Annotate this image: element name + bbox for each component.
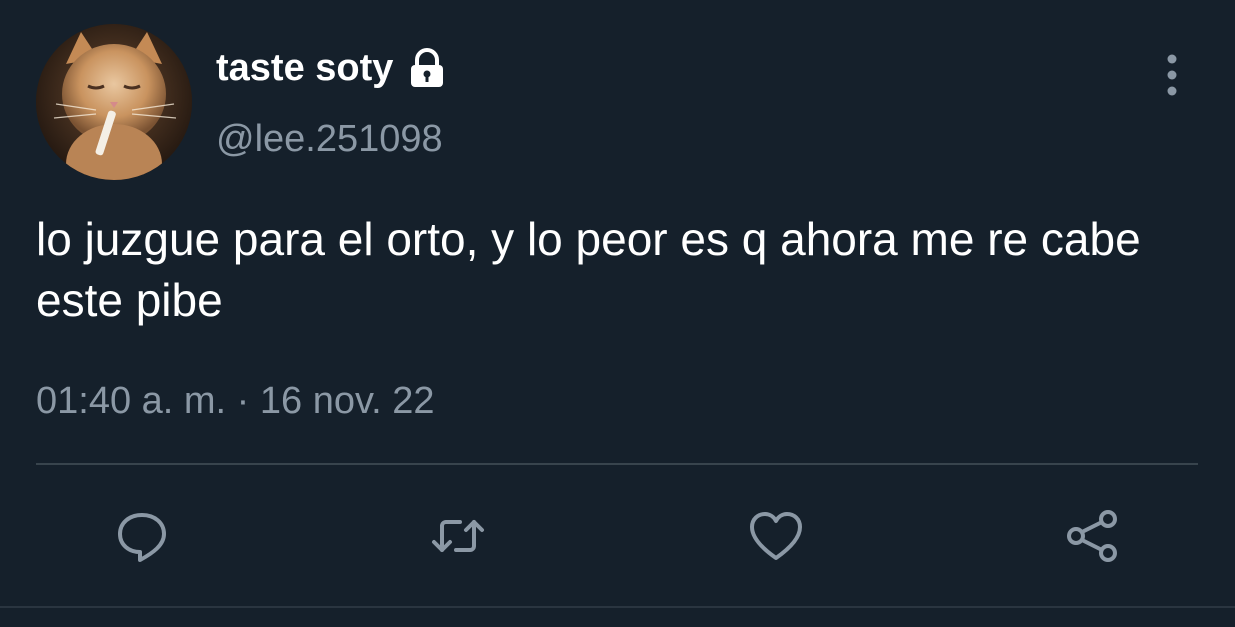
tweet-timestamp[interactable]: 01:40 a. m. · 16 nov. 22 [36,380,435,423]
share-icon [1067,510,1117,562]
like-button[interactable] [740,500,812,572]
retweet-button[interactable] [422,500,494,572]
bottom-divider [0,606,1235,608]
retweet-icon [432,520,484,552]
reply-button[interactable] [106,500,178,572]
lock-icon [405,46,449,90]
more-options-button[interactable] [1152,52,1192,98]
more-vertical-icon [1167,54,1177,96]
reply-icon [118,513,166,562]
divider [36,463,1198,465]
display-name[interactable]: taste soty [216,47,393,90]
share-button[interactable] [1056,500,1128,572]
cat-avatar-image [36,24,192,180]
user-handle[interactable]: @lee.251098 [216,118,443,161]
display-name-row[interactable]: taste soty [216,46,449,90]
avatar[interactable] [36,24,192,180]
heart-icon [750,512,802,560]
tweet-text: lo juzgue para el orto, y lo peor es q a… [36,213,1141,326]
